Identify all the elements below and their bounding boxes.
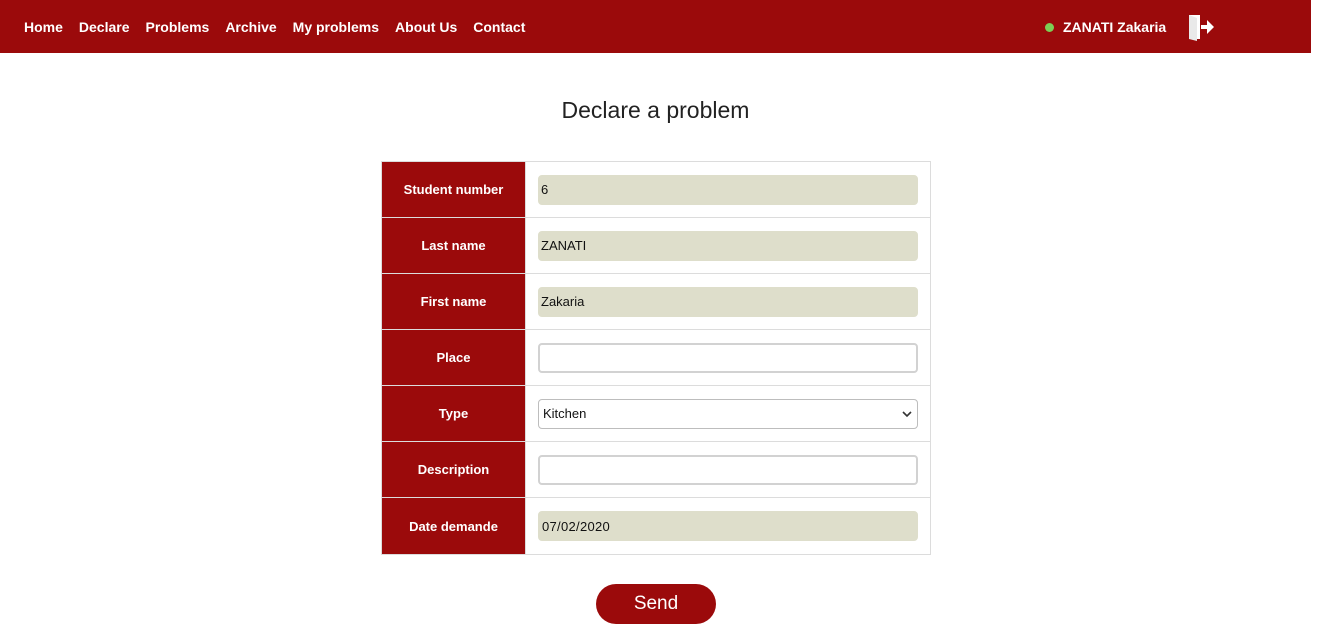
top-navbar: Home Declare Problems Archive My problem…	[0, 0, 1311, 53]
logout-icon[interactable]	[1186, 13, 1216, 41]
nav-archive-link[interactable]: Archive	[225, 19, 276, 35]
date-demande-field: 07/02/2020	[538, 511, 918, 541]
nav-declare-link[interactable]: Declare	[79, 19, 130, 35]
type-label: Type	[382, 386, 526, 441]
main-nav: Home Declare Problems Archive My problem…	[24, 0, 541, 53]
form-row-student-number: Student number 6	[382, 162, 930, 218]
nav-about-us-link[interactable]: About Us	[395, 19, 457, 35]
last-name-field: ZANATI	[538, 230, 918, 261]
last-name-label: Last name	[382, 218, 526, 273]
user-info: ZANATI Zakaria	[1045, 0, 1166, 53]
form-row-date-demande: Date demande 07/02/2020	[382, 498, 930, 554]
online-status-icon	[1045, 23, 1054, 32]
nav-home-link[interactable]: Home	[24, 19, 63, 35]
place-label: Place	[382, 330, 526, 385]
description-label: Description	[382, 442, 526, 497]
declare-form: Student number 6 Last name ZANATI First …	[381, 161, 931, 555]
type-select-value: Kitchen	[543, 406, 587, 421]
form-row-place: Place	[382, 330, 930, 386]
form-row-first-name: First name Zakaria	[382, 274, 930, 330]
form-row-description: Description	[382, 442, 930, 498]
chevron-down-icon	[902, 410, 912, 417]
date-demande-label: Date demande	[382, 498, 526, 554]
send-button[interactable]: Send	[596, 584, 716, 624]
place-input[interactable]	[538, 342, 918, 373]
form-row-type: Type Kitchen	[382, 386, 930, 442]
student-number-label: Student number	[382, 162, 526, 217]
first-name-field: Zakaria	[538, 286, 918, 317]
page-title: Declare a problem	[561, 97, 750, 123]
nav-my-problems-link[interactable]: My problems	[293, 19, 379, 35]
type-select[interactable]: Kitchen	[538, 398, 918, 429]
nav-problems-link[interactable]: Problems	[146, 19, 210, 35]
nav-contact-link[interactable]: Contact	[473, 19, 525, 35]
form-row-last-name: Last name ZANATI	[382, 218, 930, 274]
first-name-label: First name	[382, 274, 526, 329]
student-number-field: 6	[538, 174, 918, 205]
user-name: ZANATI Zakaria	[1063, 18, 1167, 35]
description-input[interactable]	[538, 454, 918, 485]
